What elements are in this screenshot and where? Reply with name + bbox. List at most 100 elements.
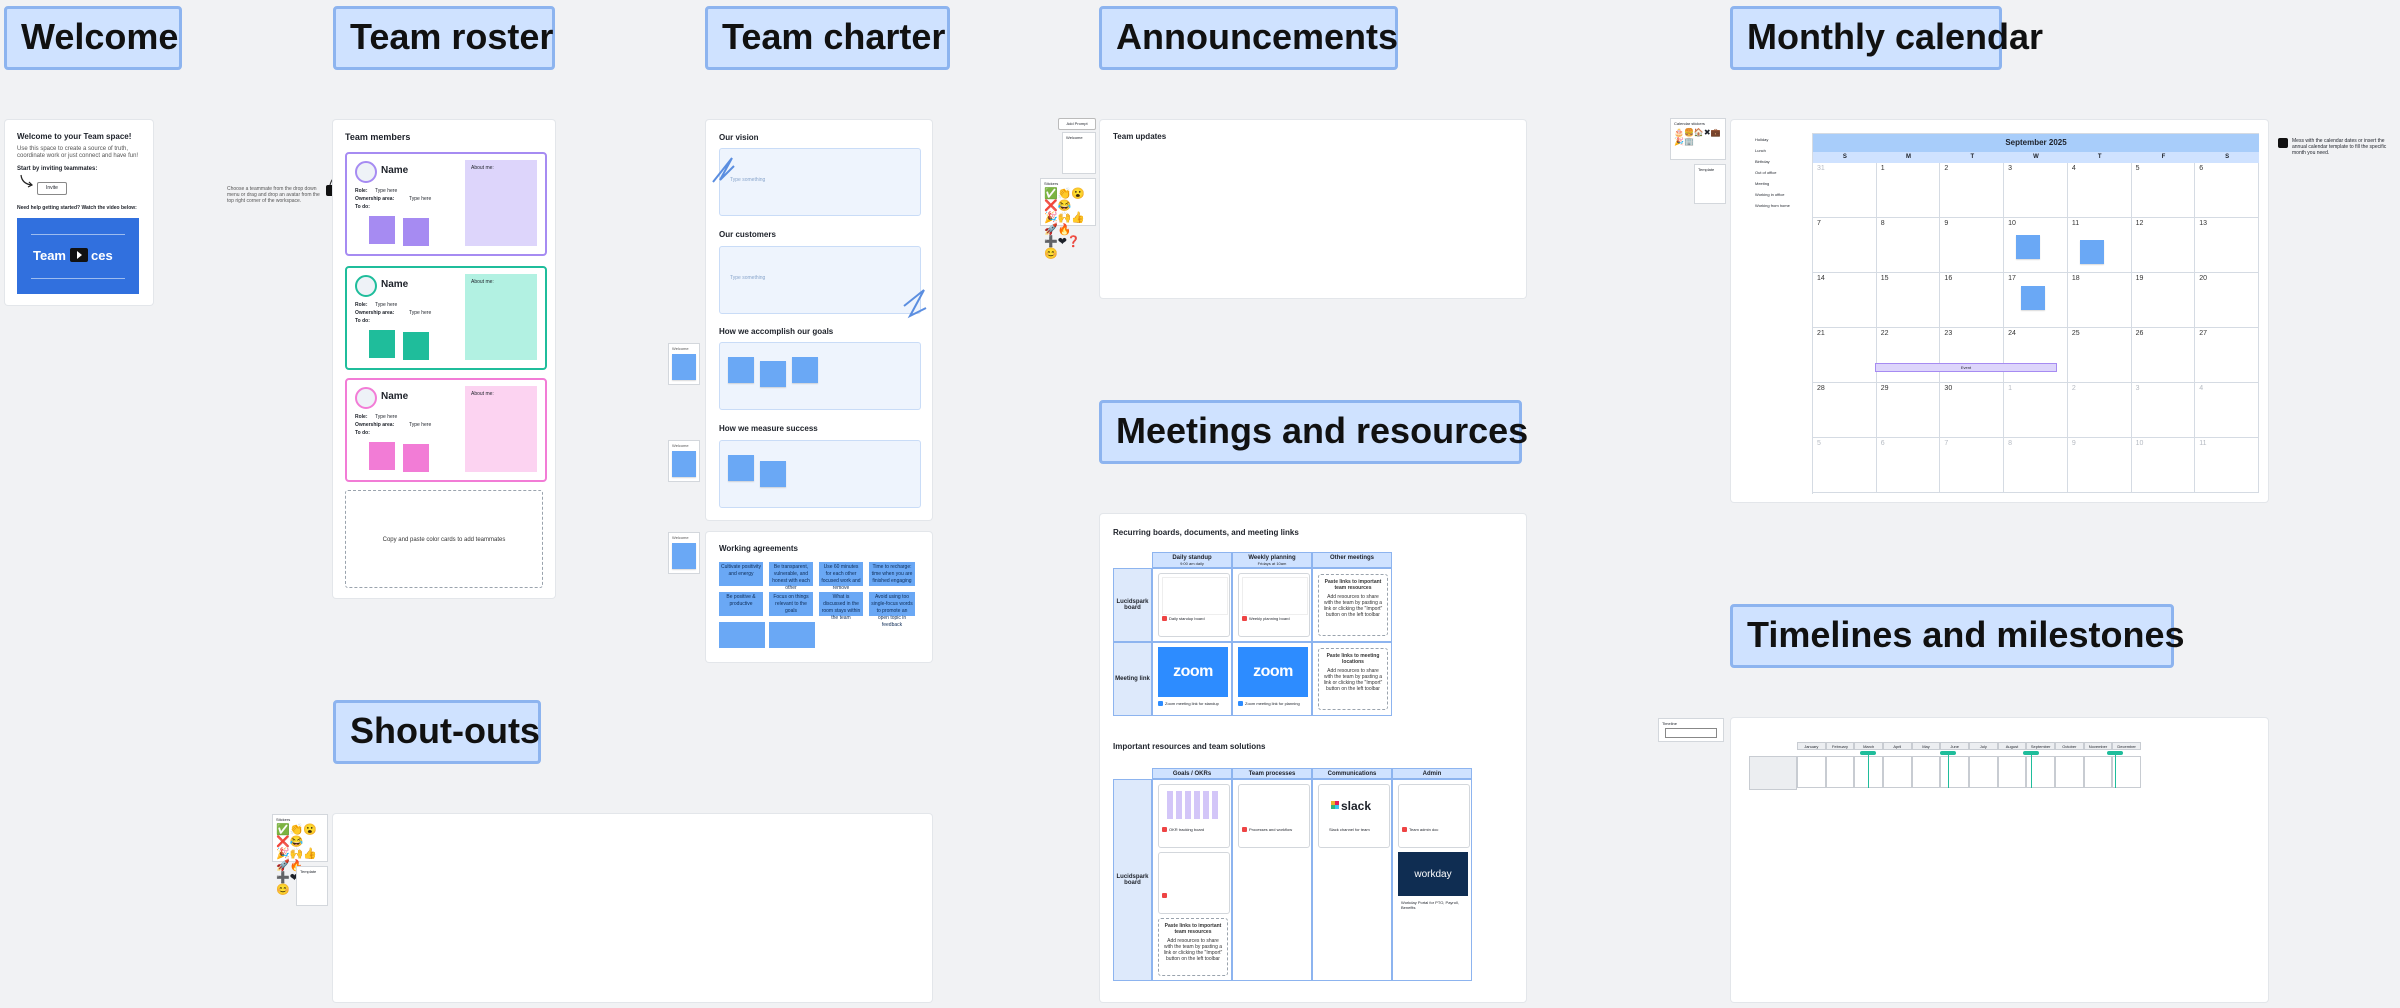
success-sticky[interactable]	[760, 461, 786, 487]
customers-field[interactable]: Type something	[719, 246, 921, 314]
ownership-value[interactable]: Type here	[409, 196, 431, 202]
calendar-day-cell[interactable]: 4	[2195, 383, 2259, 438]
announcement-template[interactable]: Welcome	[1062, 132, 1096, 174]
todo-sticky[interactable]	[403, 332, 429, 360]
timeline-column[interactable]	[2083, 756, 2113, 788]
agreement-sticky[interactable]: Be transparent, vulnerable, and honest w…	[769, 562, 813, 591]
todo-sticky[interactable]	[369, 442, 395, 470]
calendar-day-cell[interactable]: 27	[2195, 328, 2259, 383]
todo-sticky[interactable]	[369, 216, 395, 244]
calendar-day-cell[interactable]: 23	[1940, 328, 2005, 383]
about-me-box[interactable]: About me:	[465, 274, 537, 360]
timeline-tool[interactable]: Timeline	[1658, 718, 1724, 742]
role-value[interactable]: Type here	[375, 302, 397, 308]
clap-emoji-icon[interactable]: 👏	[1058, 188, 1072, 200]
thumbs-up-emoji-icon[interactable]: 👍	[1071, 212, 1085, 224]
vision-field[interactable]: Type something	[719, 148, 921, 216]
calendar-day-cell[interactable]: 31	[1813, 163, 1877, 218]
plus-emoji-icon[interactable]: ➕	[1044, 236, 1058, 248]
timeline-column[interactable]	[1911, 756, 1941, 788]
agreement-sticky[interactable]: Use 60 minutes for each other focused wo…	[819, 562, 863, 598]
okr-link-card[interactable]: OKR tracking board	[1158, 784, 1230, 848]
timeline-column[interactable]	[2112, 756, 2141, 788]
timeline-column[interactable]	[1797, 756, 1826, 788]
calendar-day-cell[interactable]: 6	[2195, 163, 2259, 218]
admin-link-card[interactable]: Team admin doc	[1398, 784, 1470, 848]
shoutouts-template[interactable]: Template	[296, 866, 328, 906]
calendar-day-cell[interactable]: 3	[2131, 383, 2196, 438]
agreement-sticky[interactable]: Be positive & productive	[719, 592, 763, 616]
avatar-icon[interactable]	[355, 387, 377, 409]
agreement-sticky[interactable]: Focus on things relevant to the goals	[769, 592, 813, 616]
smile-emoji-icon[interactable]: 😊	[276, 884, 290, 896]
about-me-box[interactable]: About me:	[465, 386, 537, 472]
success-field[interactable]	[719, 440, 921, 508]
process-link-card[interactable]: Processes and workflow	[1238, 784, 1310, 848]
calendar-day-cell[interactable]: 26	[2131, 328, 2196, 383]
goal-sticky[interactable]	[728, 357, 754, 383]
timeline-column[interactable]	[1969, 756, 1998, 788]
cross-emoji-icon[interactable]: ❌	[276, 836, 290, 848]
calendar-day-cell[interactable]: 9	[1940, 218, 2005, 273]
add-prompt-tool[interactable]: Add Prompt	[1058, 118, 1096, 130]
surprise-emoji-icon[interactable]: 😮	[303, 824, 317, 836]
calendar-day-cell[interactable]: 25	[2067, 328, 2132, 383]
calendar-day-cell[interactable]: 21	[1813, 328, 1877, 383]
calendar-day-cell[interactable]: 9	[2067, 438, 2132, 493]
question-emoji-icon[interactable]: ❓	[1067, 236, 1081, 248]
calendar-sticky[interactable]	[2080, 240, 2104, 264]
calendar-day-cell[interactable]: 7	[1813, 218, 1877, 273]
check-emoji-icon[interactable]: ✅	[276, 824, 290, 836]
agreement-sticky[interactable]: What is discussed in the room stays with…	[819, 592, 863, 621]
check-emoji-icon[interactable]: ✅	[1044, 188, 1058, 200]
timeline-column[interactable]	[1883, 756, 1912, 788]
rocket-emoji-icon[interactable]: 🚀	[1044, 224, 1058, 236]
paste-meeting-placeholder[interactable]: Paste links to meeting locations Add res…	[1318, 648, 1388, 710]
avatar-icon[interactable]	[355, 161, 377, 183]
calendar-day-cell[interactable]: 19	[2131, 273, 2196, 328]
thumbs-up-emoji-icon[interactable]: 👍	[303, 848, 317, 860]
calendar-day-cell[interactable]: 28	[1813, 383, 1877, 438]
raised-hands-emoji-icon[interactable]: 🙌	[290, 848, 304, 860]
about-me-box[interactable]: About me:	[465, 160, 537, 246]
todo-sticky[interactable]	[403, 444, 429, 472]
calendar-sticky[interactable]	[2021, 286, 2045, 310]
fire-emoji-icon[interactable]: 🔥	[1058, 224, 1072, 236]
welcome-video[interactable]: Team ces	[17, 218, 139, 294]
timeline-column[interactable]	[1940, 756, 1969, 788]
calendar-day-cell[interactable]: 29	[1876, 383, 1941, 438]
todo-sticky[interactable]	[369, 330, 395, 358]
workday-link[interactable]: workday	[1398, 852, 1468, 896]
timeline-column[interactable]	[1825, 756, 1855, 788]
calendar-day-cell[interactable]: 20	[2195, 273, 2259, 328]
success-sticky[interactable]	[728, 455, 754, 481]
calendar-day-cell[interactable]: 4	[2067, 163, 2132, 218]
stickers-box[interactable]: Stickers ✅👏😮 ❌😂 🎉🙌👍 🚀🔥 ➕❤❓ 😊	[1040, 178, 1096, 260]
calendar-day-cell[interactable]: 6	[1876, 438, 1941, 493]
board-link-card[interactable]: Daily standup board	[1158, 573, 1230, 637]
goals-field[interactable]	[719, 342, 921, 410]
calendar-day-cell[interactable]: 16	[1940, 273, 2005, 328]
rocket-emoji-icon[interactable]: 🚀	[276, 860, 290, 872]
zoom-link[interactable]: zoom	[1238, 647, 1308, 697]
calendar-day-cell[interactable]: 1	[1876, 163, 1941, 218]
agreement-sticky[interactable]	[769, 622, 815, 648]
goal-sticky[interactable]	[760, 361, 786, 387]
calendar-day-cell[interactable]: 18	[2067, 273, 2132, 328]
calendar-day-cell[interactable]: 7	[1940, 438, 2005, 493]
calendar-template[interactable]: Template	[1694, 164, 1726, 204]
heart-emoji-icon[interactable]: ❤	[1058, 236, 1067, 248]
add-teammate-placeholder[interactable]: Copy and paste color cards to add teamma…	[345, 490, 543, 588]
paste-links-placeholder[interactable]: Paste links to important team resources …	[1318, 574, 1388, 636]
member-card[interactable]: Name Role: Type here Ownership area: Typ…	[345, 266, 547, 370]
cross-emoji-icon[interactable]: ❌	[1044, 200, 1058, 212]
party-emoji-icon[interactable]: 🎉	[276, 848, 290, 860]
charter-template-3[interactable]: Welcome	[668, 532, 700, 574]
calendar-day-cell[interactable]: 1	[2004, 383, 2068, 438]
member-card[interactable]: Name Role: Type here Ownership area: Typ…	[345, 152, 547, 256]
timeline-column[interactable]	[2055, 756, 2084, 788]
calendar-sticker-icons[interactable]: 🎂🍔🏠✖💼 🎉🏢	[1674, 128, 1721, 146]
calendar-day-cell[interactable]: 12	[2131, 218, 2196, 273]
invite-button[interactable]: Invite	[37, 182, 67, 195]
party-emoji-icon[interactable]: 🎉	[1044, 212, 1058, 224]
